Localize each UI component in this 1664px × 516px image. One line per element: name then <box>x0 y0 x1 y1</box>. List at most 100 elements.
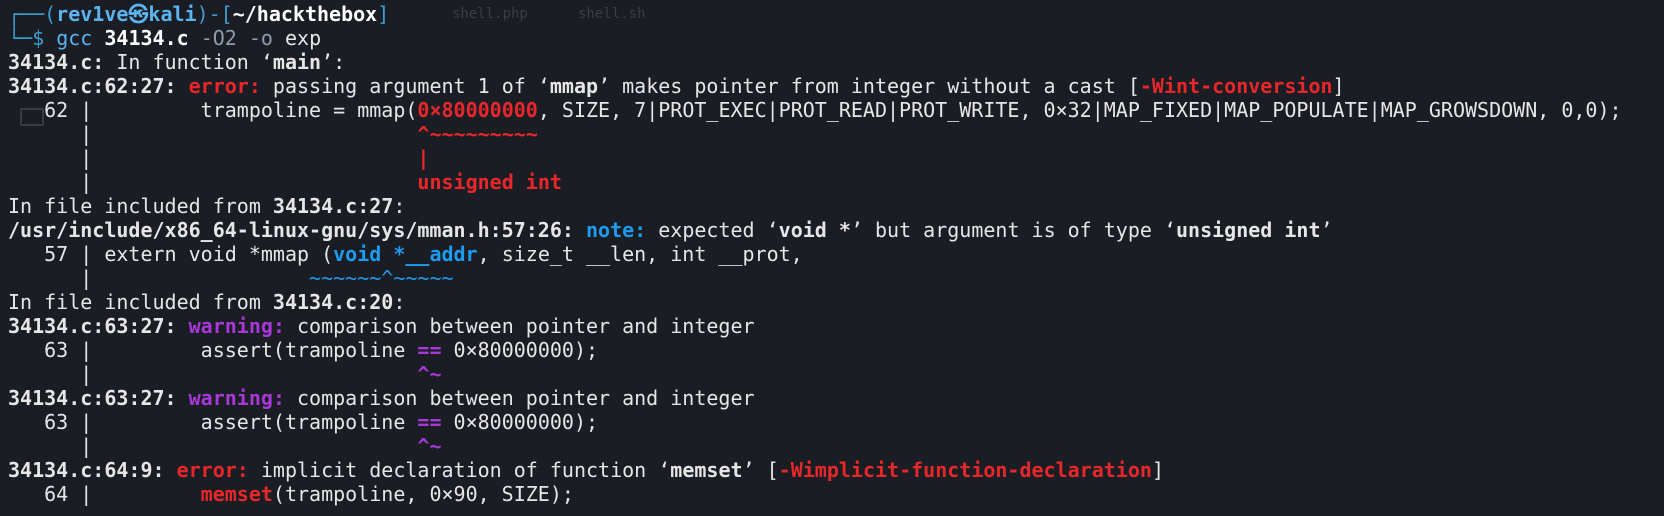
output-segment: 34134.c:62:27: <box>8 74 177 98</box>
output-segment: main <box>272 50 322 74</box>
prompt-corner-bottom: └─ <box>8 26 33 50</box>
output-segment: passing argument 1 of ‘ <box>260 74 550 98</box>
prompt-line-2[interactable]: └─$ gcc 34134.c -O2 -o exp <box>8 26 1664 50</box>
prompt-at: ㉿ <box>128 2 149 26</box>
output-line: 34134.c:63:27: warning: comparison betwe… <box>8 314 1664 338</box>
output-segment: void *__addr <box>333 242 478 266</box>
output-segment: unsigned int <box>1176 218 1321 242</box>
output-segment: | <box>8 266 310 290</box>
output-segment: ’ makes pointer from integer without a c… <box>598 74 1140 98</box>
output-segment: 62 | trampoline = mmap( <box>8 98 418 122</box>
output-segment: 63 | assert(trampoline <box>8 410 418 434</box>
output-segment: 0×80000000); <box>441 410 599 434</box>
output-segment: ^~~~~~~~~~ <box>417 122 538 146</box>
output-line: | ^~~~~~~~~~ <box>8 122 1664 146</box>
output-segment: ’: <box>321 50 346 74</box>
output-line: | ^~ <box>8 434 1664 458</box>
output-segment: 0×80000000 <box>417 98 538 122</box>
output-segment: -Wint-conversion <box>1139 74 1333 98</box>
output-segment: 34134.c:20 <box>272 290 394 314</box>
output-segment: : <box>393 194 406 218</box>
output-segment: In file included from <box>8 290 273 314</box>
command-output-flag: -o <box>248 26 273 50</box>
output-segment: expected ‘ <box>646 218 779 242</box>
output-line: In file included from 34134.c:27: <box>8 194 1664 218</box>
output-segment: warning: <box>188 386 285 410</box>
output-line: 34134.c:63:27: warning: comparison betwe… <box>8 386 1664 410</box>
output-segment <box>574 218 586 242</box>
command-output-name: exp <box>285 26 322 50</box>
output-line: 57 | extern void *mmap (void *__addr, si… <box>8 242 1664 266</box>
output-line: /usr/include/x86_64-linux-gnu/sys/mman.h… <box>8 218 1664 242</box>
prompt-corner: ┌──( <box>8 2 57 26</box>
command-source-file: 34134.c <box>104 26 189 50</box>
output-segment: comparison between pointer and integer <box>284 314 755 338</box>
command-option: -O2 <box>200 26 237 50</box>
output-segment <box>165 458 177 482</box>
output-segment: == <box>417 410 442 434</box>
output-segment: implicit declaration of function ‘ <box>248 458 671 482</box>
output-segment: | <box>417 146 430 170</box>
output-line: 63 | assert(trampoline == 0×80000000); <box>8 338 1664 362</box>
output-line: 62 | trampoline = mmap(0×80000000, SIZE,… <box>8 98 1664 122</box>
output-segment: mmap <box>549 74 599 98</box>
output-segment: note: <box>585 218 647 242</box>
output-segment: ^~ <box>417 434 442 458</box>
output-line: 64 | memset(trampoline, 0×90, SIZE); <box>8 482 1664 506</box>
output-segment: In function ‘ <box>104 50 273 74</box>
output-segment: void * <box>778 218 851 242</box>
output-segment: 34134.c:63:27: <box>8 314 177 338</box>
prompt-dir: ~/hackthebox <box>232 2 378 26</box>
output-segment: -Wimplicit-function-declaration <box>778 458 1152 482</box>
output-segment: ~~~~~~^~~~~~ <box>309 266 454 290</box>
output-segment: In file included from <box>8 194 273 218</box>
output-segment: | <box>8 146 418 170</box>
output-segment: error: <box>188 74 261 98</box>
output-segment <box>177 386 189 410</box>
compiler-output: 34134.c: In function ‘main’: 34134.c:62:2… <box>8 50 1664 506</box>
output-segment: 34134.c:63:27: <box>8 386 177 410</box>
output-segment: , size_t __len, int __prot, <box>477 242 803 266</box>
output-segment: 34134.c: <box>8 50 105 74</box>
output-segment: 57 | extern void *mmap ( <box>8 242 334 266</box>
output-segment: memset <box>200 482 273 506</box>
output-segment: ’ [ <box>742 458 779 482</box>
output-segment: memset <box>670 458 743 482</box>
output-segment: 34134.c:64:9: <box>8 458 165 482</box>
output-segment: : <box>393 290 406 314</box>
output-line: In file included from 34134.c:20: <box>8 290 1664 314</box>
terminal-window[interactable]: shell.php shell.sh ┌──(rev1ve㉿kali)-[~/h… <box>0 0 1664 516</box>
output-segment: ’ <box>1320 218 1333 242</box>
output-line: | ^~ <box>8 362 1664 386</box>
output-line: | | <box>8 146 1664 170</box>
output-segment: ^~ <box>417 362 442 386</box>
prompt-host: kali <box>148 2 197 26</box>
prompt-end: ] <box>377 2 390 26</box>
output-line: 34134.c:64:9: error: implicit declaratio… <box>8 458 1664 482</box>
output-segment <box>177 74 189 98</box>
prompt-dollar: $ <box>32 26 57 50</box>
output-segment: ] <box>1332 74 1345 98</box>
output-segment: | <box>8 170 418 194</box>
output-segment: comparison between pointer and integer <box>284 386 755 410</box>
output-segment: 34134.c:27 <box>272 194 394 218</box>
output-segment: 0×80000000); <box>441 338 599 362</box>
output-segment: | <box>8 122 418 146</box>
output-segment: ] <box>1151 458 1164 482</box>
output-segment: 64 | <box>8 482 201 506</box>
output-line: 34134.c: In function ‘main’: <box>8 50 1664 74</box>
output-segment <box>177 314 189 338</box>
output-segment: (trampoline, 0×90, SIZE); <box>272 482 574 506</box>
output-segment: , SIZE, 7|PROT_EXEC|PROT_READ|PROT_WRITE… <box>537 98 1622 122</box>
output-segment: unsigned int <box>417 170 562 194</box>
output-segment: ’ but argument is of type ‘ <box>850 218 1177 242</box>
command-name: gcc <box>56 26 93 50</box>
output-segment: warning: <box>188 314 285 338</box>
output-segment: 63 | assert(trampoline <box>8 338 418 362</box>
output-segment: /usr/include/x86_64-linux-gnu/sys/mman.h… <box>8 218 574 242</box>
output-line: 34134.c:62:27: error: passing argument 1… <box>8 74 1664 98</box>
output-line: 63 | assert(trampoline == 0×80000000); <box>8 410 1664 434</box>
prompt-separator: )-[ <box>196 2 233 26</box>
output-segment: | <box>8 362 418 386</box>
prompt-user: rev1ve <box>56 2 129 26</box>
